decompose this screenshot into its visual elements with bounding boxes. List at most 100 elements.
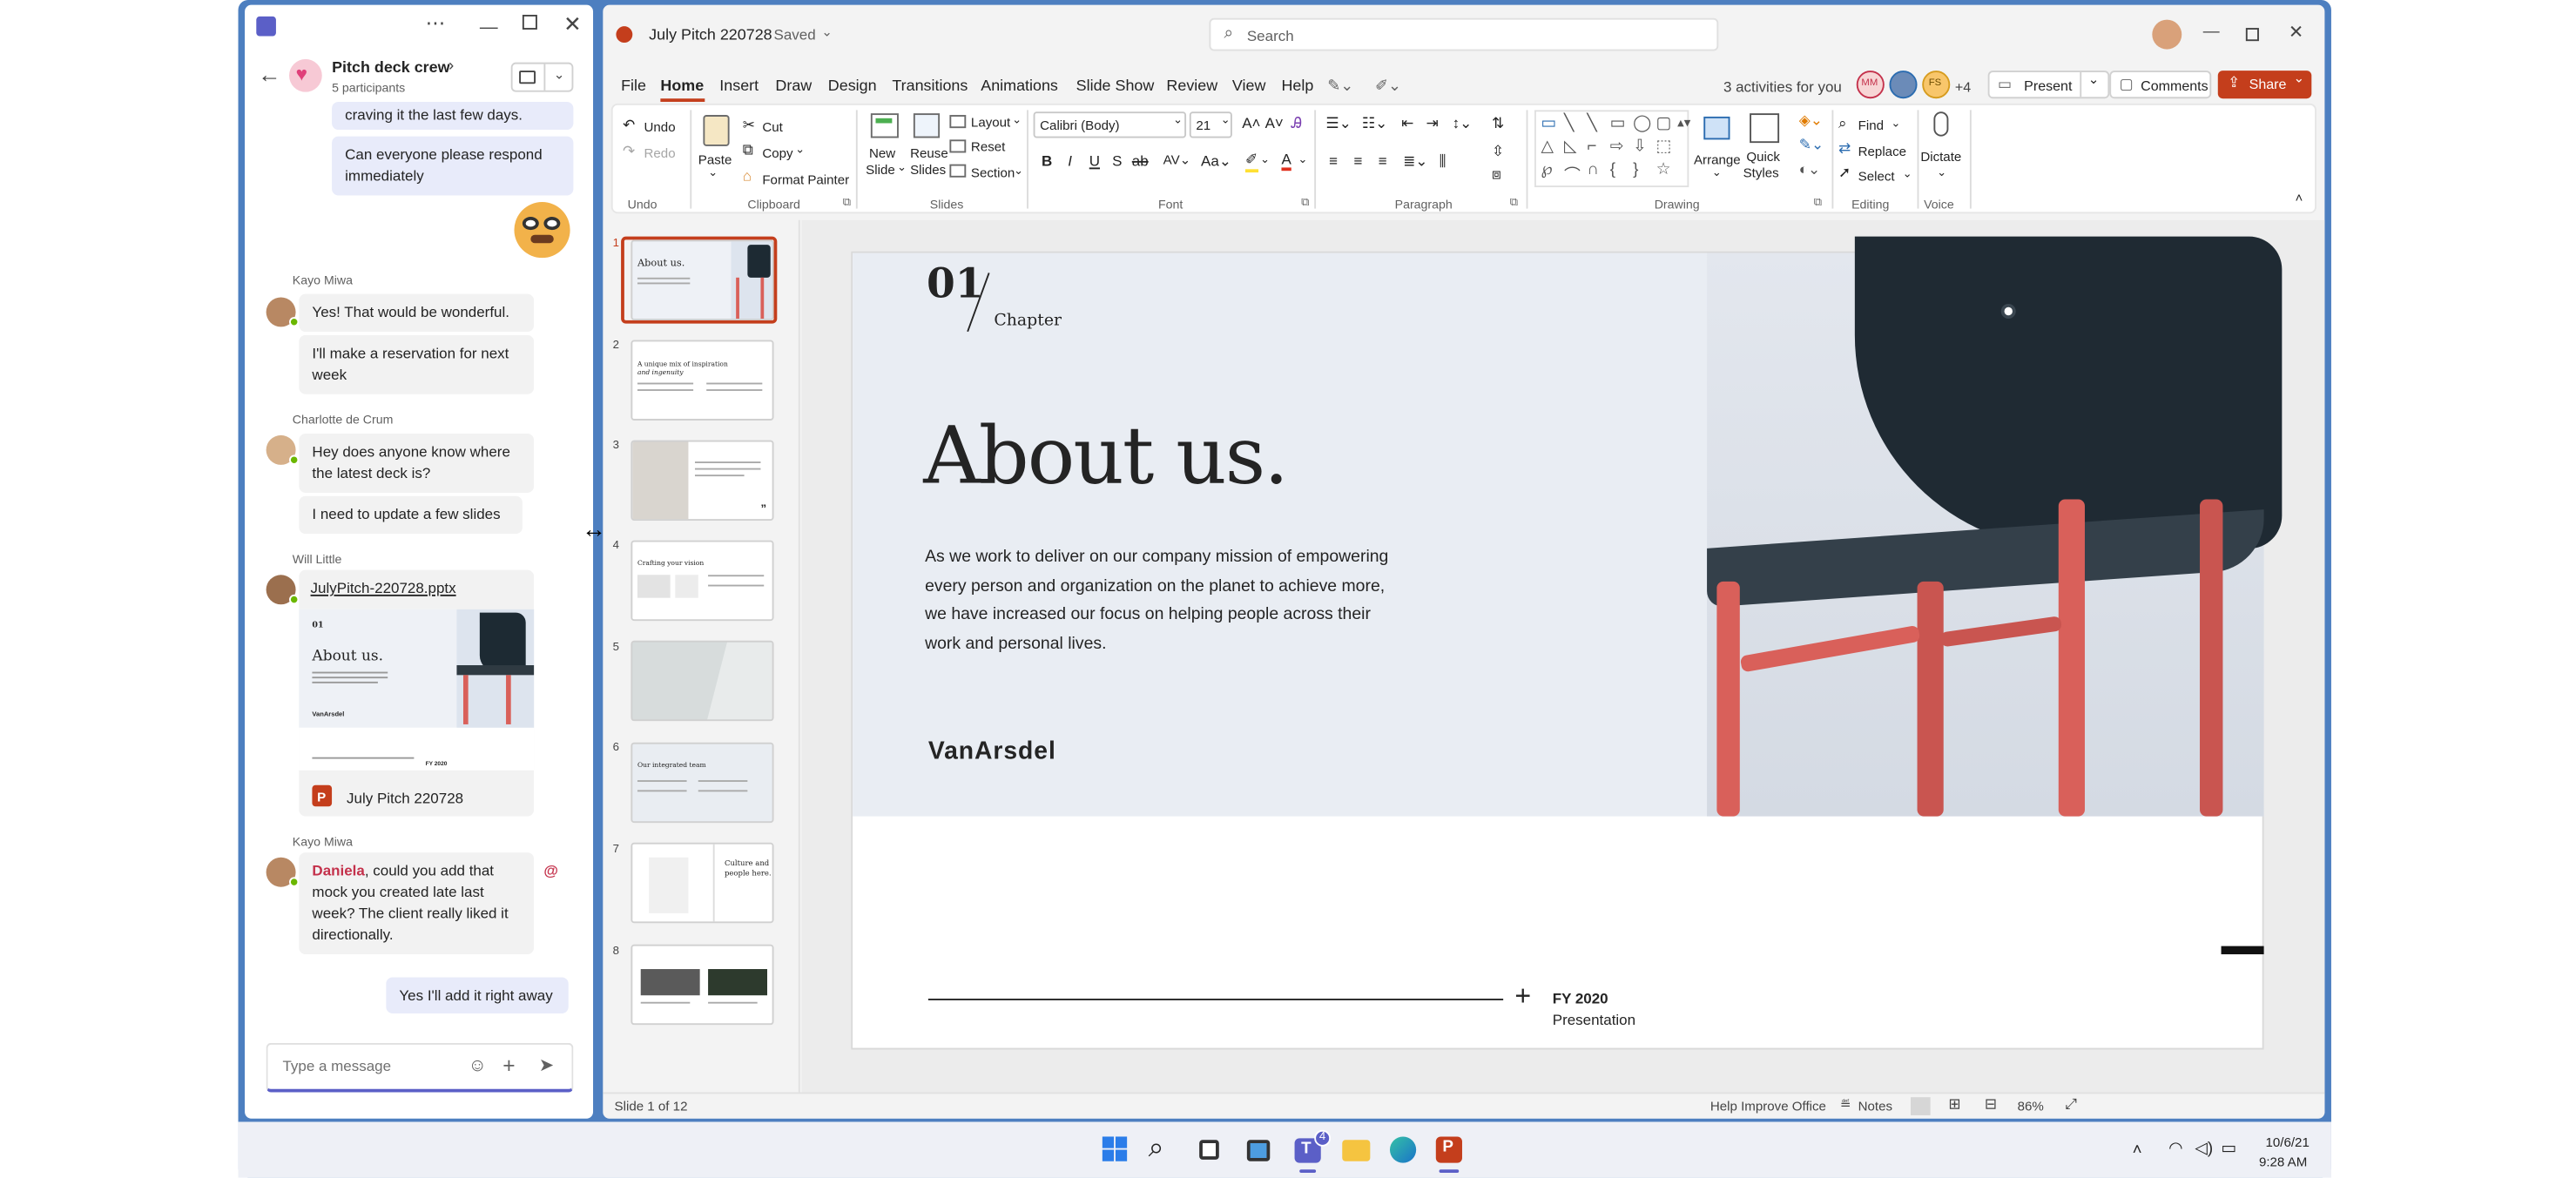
curve-icon[interactable]: ⌒ [1564, 161, 1581, 185]
smartart-icon[interactable]: ⧈ [1492, 166, 1501, 185]
maximize-icon[interactable] [2245, 28, 2259, 42]
chapter-number[interactable]: 01 [927, 259, 984, 307]
tab-view[interactable]: View [1232, 77, 1266, 96]
copy-button[interactable]: Copy [762, 146, 792, 161]
select-button[interactable]: Select [1858, 169, 1895, 184]
back-arrow-icon[interactable]: ← [258, 61, 280, 87]
cut-icon[interactable]: ✂ [743, 117, 755, 135]
presentation-label[interactable]: Presentation [1553, 1012, 1635, 1028]
widgets-icon[interactable] [1246, 1140, 1271, 1161]
minimize-icon[interactable]: — [2203, 23, 2220, 41]
slide-counter[interactable]: Slide 1 of 12 [615, 1099, 688, 1114]
taskbar-date[interactable]: 10/6/21 [2265, 1135, 2309, 1150]
bullets-icon[interactable]: ☰⌄ [1325, 115, 1351, 133]
decrease-indent-icon[interactable]: ⇤ [1401, 115, 1413, 133]
chevron-down-icon[interactable]: ⌄ [708, 166, 718, 178]
redo-button[interactable]: Redo [644, 146, 676, 161]
tab-transitions[interactable]: Transitions [892, 77, 968, 96]
chevron-down-icon[interactable]: ⌄ [1903, 167, 1912, 180]
add-icon[interactable]: + [502, 1053, 515, 1077]
callout-icon[interactable]: ⬚ [1656, 138, 1672, 156]
bold-icon[interactable]: B [1042, 152, 1052, 169]
slide-body-text[interactable]: As we work to deliver on our company mis… [925, 543, 1393, 658]
collaborator-avatar[interactable] [1889, 71, 1918, 99]
rounded-rect-icon[interactable]: ▢ [1656, 115, 1672, 133]
tab-help[interactable]: Help [1281, 77, 1313, 96]
align-left-icon[interactable]: ≡ [1329, 152, 1338, 169]
powerpoint-taskbar-icon[interactable]: P [1435, 1136, 1462, 1163]
cut-button[interactable]: Cut [762, 120, 782, 135]
highlight-icon[interactable]: ✐ [1244, 151, 1258, 173]
maximize-icon[interactable] [522, 14, 537, 30]
star-icon[interactable]: ☆ [1656, 161, 1671, 179]
layout-icon[interactable] [949, 115, 967, 129]
find-button[interactable]: Find [1858, 118, 1884, 133]
slide-thumbnail-3[interactable]: ” [631, 440, 774, 522]
text-direction-icon[interactable]: ⇅ [1492, 115, 1504, 133]
select-icon[interactable]: ➚ [1838, 165, 1851, 183]
replace-icon[interactable]: ⇄ [1838, 139, 1851, 158]
search-icon[interactable]: ⌕ [1149, 1132, 1164, 1165]
chevron-down-icon[interactable]: ⌄ [2088, 72, 2100, 87]
save-status[interactable]: Saved [774, 26, 816, 43]
slide-thumbnail-2[interactable]: A unique mix of inspiration and ingenuit… [631, 340, 774, 421]
clear-formatting-icon[interactable]: Ꭿ [1291, 115, 1302, 133]
reading-view-icon[interactable]: ⊟ [1985, 1095, 1997, 1114]
activities-link[interactable]: 3 activities for you [1723, 79, 1842, 96]
message-input[interactable]: Type a message [282, 1058, 391, 1074]
section-button[interactable]: Section [971, 166, 1015, 181]
help-improve-office[interactable]: Help Improve Office [1710, 1099, 1826, 1114]
shadow-icon[interactable]: S [1112, 152, 1122, 169]
tab-slide-show[interactable]: Slide Show [1076, 77, 1155, 96]
document-title[interactable]: July Pitch 220728 [649, 26, 772, 44]
shape-fill-icon[interactable]: ◈⌄ [1799, 111, 1823, 130]
notes-button[interactable]: Notes [1858, 1099, 1892, 1114]
replace-button[interactable]: Replace [1858, 145, 1906, 159]
strikethrough-icon[interactable]: ab [1132, 152, 1149, 169]
tab-design[interactable]: Design [828, 77, 877, 96]
numbering-icon[interactable]: ☷⌄ [1362, 115, 1387, 133]
format-painter-icon[interactable]: ⌂ [743, 167, 752, 184]
increase-font-icon[interactable]: A˄ [1242, 115, 1260, 131]
new-slide-button[interactable]: Slide [866, 163, 895, 178]
slide-thumbnail-1[interactable]: About us. [631, 239, 774, 320]
font-name-select[interactable]: Calibri (Body) ⌄ [1033, 111, 1187, 138]
chevron-down-icon[interactable]: ⌄ [554, 67, 565, 82]
collaborator-avatar[interactable]: MM [1856, 71, 1885, 99]
chevron-down-icon[interactable]: ⌄ [1260, 152, 1270, 165]
underline-icon[interactable]: U [1089, 152, 1100, 169]
tab-home[interactable]: Home [660, 77, 704, 96]
dialog-launcher-icon[interactable]: ⧉ [843, 197, 851, 210]
layout-button[interactable]: Layout [971, 115, 1010, 130]
taskbar-time[interactable]: 9:28 AM [2259, 1154, 2307, 1169]
shape-effects-icon[interactable]: ◐⌄ [1799, 161, 1820, 179]
arc-icon[interactable]: ∩ [1587, 161, 1599, 179]
search-input[interactable]: Search [1247, 28, 1294, 44]
slide-thumbnail-4[interactable]: Crafting your vision [631, 540, 774, 622]
current-slide[interactable]: 01 Chapter About us. As we work to deliv… [851, 236, 2283, 1050]
right-triangle-icon[interactable]: ◺ [1564, 138, 1577, 156]
fy-label[interactable]: FY 2020 [1553, 991, 1608, 1007]
chevron-down-icon[interactable]: ⌄ [1712, 166, 1722, 178]
chevron-down-icon[interactable]: ⌄ [1298, 152, 1307, 165]
redo-icon[interactable]: ↷ [623, 143, 635, 161]
align-right-icon[interactable]: ≡ [1379, 152, 1387, 169]
chevron-down-icon[interactable]: ⌄ [897, 161, 907, 174]
normal-view-icon[interactable] [1910, 1097, 1931, 1115]
undo-icon[interactable]: ↶ [623, 117, 635, 135]
emoji-icon[interactable]: ☺ [469, 1056, 487, 1076]
vanarsdel-logo[interactable]: VanArsdel [928, 737, 1056, 765]
mention[interactable]: Daniela [312, 862, 364, 878]
minimize-icon[interactable]: — [480, 18, 498, 38]
collaborators-more[interactable]: +4 [1955, 79, 1971, 96]
font-color-icon[interactable]: A [1281, 151, 1291, 172]
justify-icon[interactable]: ≣⌄ [1403, 152, 1427, 171]
italic-icon[interactable]: I [1068, 152, 1072, 169]
chevron-down-icon[interactable]: ⌄ [1937, 166, 1946, 178]
edge-icon[interactable] [1389, 1136, 1417, 1163]
chevron-up-icon[interactable]: ˄ [2133, 1141, 2142, 1160]
tab-animations[interactable]: Animations [981, 77, 1058, 96]
tab-review[interactable]: Review [1166, 77, 1217, 96]
connector-icon[interactable]: ⌐ [1587, 138, 1596, 156]
start-icon[interactable] [1102, 1136, 1132, 1166]
